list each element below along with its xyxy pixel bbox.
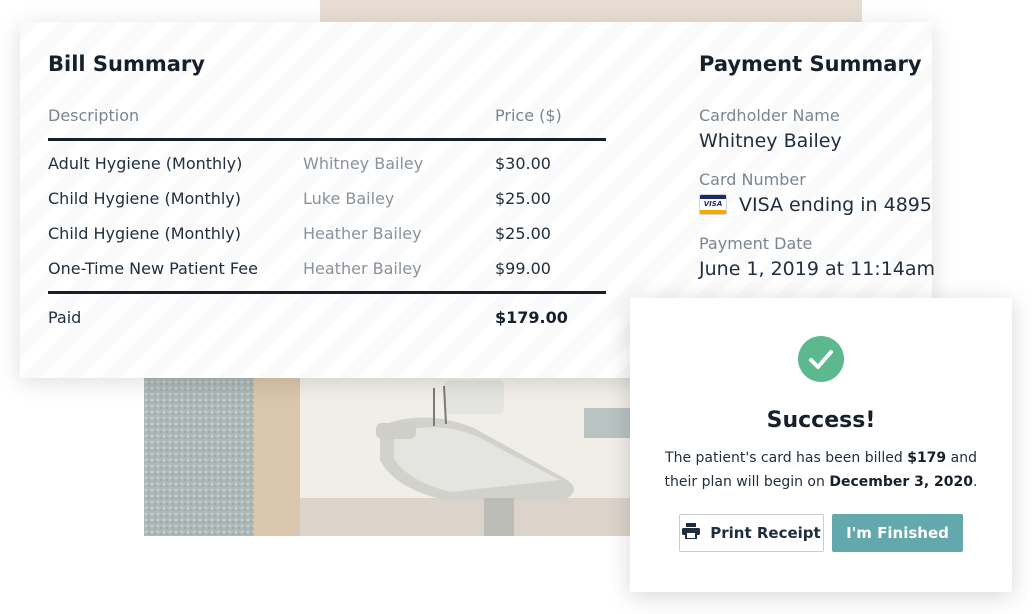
finished-button[interactable]: I'm Finished [832, 514, 963, 552]
payment-summary-title: Payment Summary [699, 52, 922, 76]
bill-row: Child Hygiene (Monthly) Heather Bailey $… [20, 224, 620, 248]
print-receipt-button[interactable]: Print Receipt [679, 514, 824, 552]
header-divider [48, 138, 606, 141]
plan-start-date: December 3, 2020 [829, 474, 974, 490]
price-column-header: Price ($) [495, 106, 562, 125]
success-message: The patient's card has been billed $179 … [660, 446, 982, 494]
row-patient: Whitney Bailey [303, 154, 424, 173]
visa-card-icon: VISA [699, 194, 727, 215]
printer-icon [682, 523, 701, 543]
row-description: Adult Hygiene (Monthly) [48, 154, 243, 173]
row-description: One-Time New Patient Fee [48, 259, 258, 278]
paid-total: $179.00 [495, 308, 568, 327]
row-price: $25.00 [495, 189, 551, 208]
total-divider [48, 291, 606, 294]
row-price: $99.00 [495, 259, 551, 278]
row-patient: Heather Bailey [303, 259, 422, 278]
description-column-header: Description [48, 106, 140, 125]
print-receipt-label: Print Receipt [710, 524, 821, 542]
billed-amount: $179 [907, 450, 947, 466]
success-message-part: The patient's card has been billed [665, 450, 908, 466]
row-price: $30.00 [495, 154, 551, 173]
row-patient: Heather Bailey [303, 224, 422, 243]
paid-label: Paid [48, 308, 82, 327]
bill-row: Adult Hygiene (Monthly) Whitney Bailey $… [20, 154, 620, 178]
row-price: $25.00 [495, 224, 551, 243]
cardholder-label: Cardholder Name [699, 106, 840, 125]
row-description: Child Hygiene (Monthly) [48, 189, 242, 208]
visa-badge-text: VISA [703, 200, 723, 208]
row-description: Child Hygiene (Monthly) [48, 224, 242, 243]
row-patient: Luke Bailey [303, 189, 395, 208]
cardholder-value: Whitney Bailey [699, 130, 842, 152]
payment-date-value: June 1, 2019 at 11:14am [699, 258, 936, 280]
payment-date-label: Payment Date [699, 234, 813, 253]
bill-summary-title: Bill Summary [48, 52, 205, 76]
success-modal: Success! The patient's card has been bil… [630, 298, 1012, 592]
success-message-part: . [973, 474, 978, 490]
bill-row: One-Time New Patient Fee Heather Bailey … [20, 259, 620, 283]
finished-label: I'm Finished [846, 524, 949, 542]
card-number-value: VISA ending in 4895 [739, 194, 932, 216]
dental-office-photo [144, 368, 630, 536]
success-title: Success! [766, 408, 876, 433]
bill-row: Child Hygiene (Monthly) Luke Bailey $25.… [20, 189, 620, 213]
card-number-label: Card Number [699, 170, 806, 189]
check-circle-icon [798, 336, 844, 382]
